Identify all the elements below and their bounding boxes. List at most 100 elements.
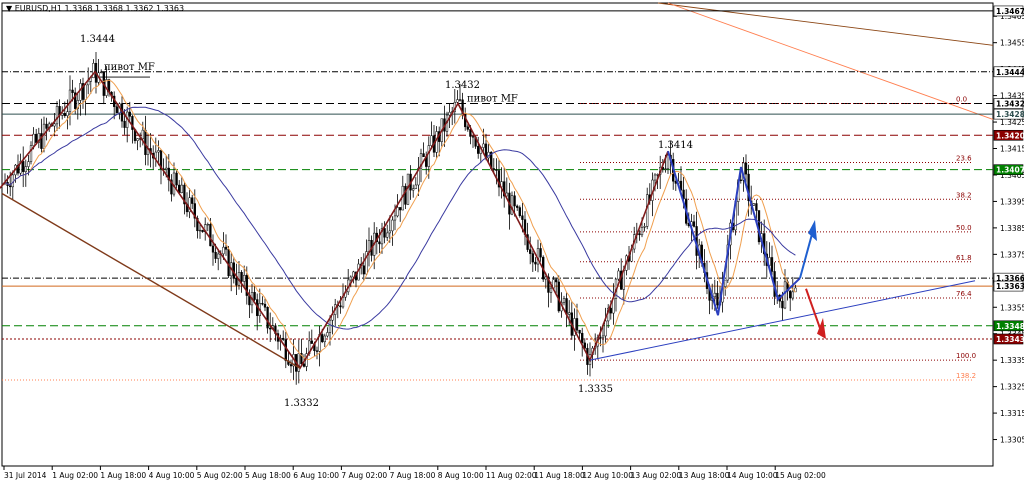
price-box-label: 1.3343 (996, 335, 1024, 344)
candle-body (791, 291, 794, 299)
candle-body (269, 327, 272, 330)
candle-body (209, 223, 212, 247)
candle-body (84, 84, 87, 100)
y-tick-label: 1.3315 (1000, 409, 1024, 418)
x-tick-label: 7 Aug 02:00 (341, 471, 387, 480)
candle-body (253, 292, 256, 300)
swing-label-high: 1.3444 (80, 34, 115, 45)
x-tick-label: 13 Aug 18:00 (679, 471, 730, 480)
candle-body (214, 251, 217, 259)
candle-body (617, 270, 620, 280)
x-tick-label: 4 Aug 10:00 (149, 471, 195, 480)
candle-body (609, 307, 612, 314)
candle-body (529, 249, 532, 254)
x-tick-label: 6 Aug 10:00 (293, 471, 339, 480)
candle-body (692, 221, 696, 227)
candle-body (198, 229, 202, 232)
candle-body (79, 83, 82, 101)
candle-body (752, 203, 755, 206)
candle-body (289, 364, 293, 367)
candle-body (154, 151, 157, 159)
candle-body (263, 303, 267, 308)
candle-body (27, 161, 30, 167)
swing-label-low: 1.3332 (284, 398, 319, 409)
candle-body (531, 253, 534, 263)
candle-body (45, 123, 48, 129)
candle-body (557, 281, 560, 312)
y-tick-label: 1.3335 (1000, 356, 1024, 365)
fib-level-label: 138.2 (956, 372, 976, 380)
y-tick-label: 1.3375 (1000, 250, 1024, 259)
candle-body (29, 145, 33, 162)
candle-body (388, 230, 391, 234)
x-tick-label: 5 Aug 18:00 (245, 471, 291, 480)
candle-body (640, 227, 644, 236)
candle-body (404, 185, 407, 205)
candle-body (653, 174, 657, 181)
x-tick-label: 13 Aug 02:00 (631, 471, 682, 480)
candle-body (534, 261, 537, 265)
candle-body (544, 276, 547, 280)
candle-body (716, 292, 719, 306)
candle-body (66, 111, 69, 117)
candle-body (516, 205, 519, 208)
candle-body (386, 232, 389, 238)
candle-body (22, 161, 25, 172)
candle-body (581, 332, 584, 344)
candle-body (55, 106, 59, 125)
x-tick-label: 11 Aug 02:00 (486, 471, 537, 480)
candle-body (222, 246, 225, 255)
candle-body (518, 207, 521, 217)
y-tick-label: 1.3455 (1000, 39, 1024, 48)
candle-body (666, 154, 670, 169)
candle-body (414, 184, 417, 189)
candle-body (783, 281, 787, 309)
pivot-label: пивот MF (467, 94, 518, 105)
x-tick-label: 1 Aug 18:00 (100, 471, 146, 480)
candle-body (328, 319, 332, 333)
candle-body (323, 335, 326, 343)
candle-body (755, 203, 758, 211)
price-box-label: 1.3363 (996, 282, 1024, 291)
candle-body (604, 320, 607, 337)
candle-body (539, 248, 542, 258)
candle-body (412, 188, 415, 191)
candle-body (448, 111, 451, 116)
x-tick-label: 8 Aug 10:00 (438, 471, 484, 480)
fib-level-label: 61.8 (956, 254, 972, 262)
x-tick-label: 31 Jul 2014 (4, 471, 47, 480)
y-tick-label: 1.3415 (1000, 145, 1024, 154)
y-tick-label: 1.3325 (1000, 383, 1024, 392)
candle-body (562, 298, 566, 303)
y-tick-label: 1.3395 (1000, 197, 1024, 206)
candle-body (191, 197, 194, 204)
candle-body (282, 337, 285, 340)
y-tick-label: 1.3385 (1000, 224, 1024, 233)
candle-body (243, 274, 246, 282)
candle-body (266, 306, 269, 329)
candle-body (578, 329, 581, 334)
candle-body (770, 257, 774, 272)
candle-body (211, 245, 215, 253)
x-tick-label: 7 Aug 18:00 (390, 471, 436, 480)
candle-body (362, 265, 365, 275)
x-tick-label: 12 Aug 10:00 (582, 471, 633, 480)
price-chart[interactable]: 1.33051.33151.33251.33351.33451.33551.33… (0, 0, 1024, 482)
candle-body (664, 168, 667, 170)
candle-body (399, 207, 402, 211)
fib-level-label: 50.0 (956, 224, 972, 232)
candle-body (555, 279, 558, 283)
candle-body (789, 290, 792, 299)
candle-body (35, 133, 38, 143)
candle-body (378, 241, 381, 245)
candle-body (349, 276, 352, 281)
candle-body (383, 228, 386, 238)
pivot-label: пивот MF (104, 62, 155, 73)
candle-body (302, 363, 306, 367)
chart-window: 1.33051.33151.33251.33351.33451.33551.33… (0, 0, 1024, 482)
candle-body (466, 126, 469, 130)
candle-body (9, 185, 12, 188)
candle-body (165, 167, 168, 170)
x-tick-label: 14 Aug 10:00 (727, 471, 778, 480)
candle-body (24, 166, 27, 172)
